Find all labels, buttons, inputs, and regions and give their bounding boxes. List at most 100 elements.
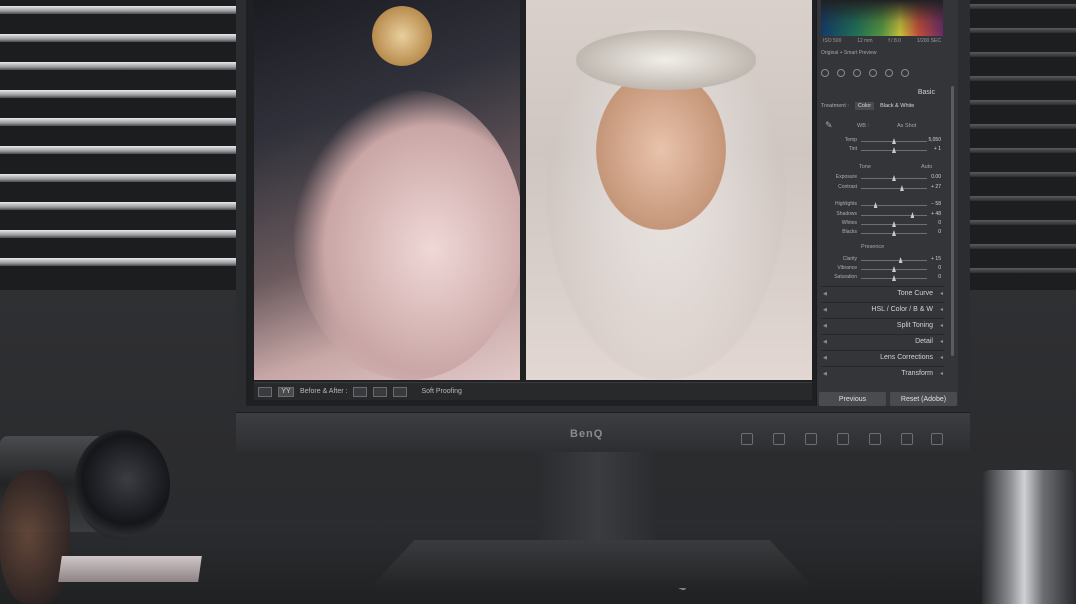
graduated-filter-icon[interactable] [869,69,877,77]
window-blinds-left [0,0,240,290]
hsl-panel-header[interactable]: ◀ HSL / Color / B & W ◂ [821,302,945,316]
slider-row[interactable]: Shadows + 48 [821,211,943,220]
copy-after-button[interactable] [373,386,388,397]
slider-row[interactable]: Saturation 0 [821,274,943,283]
slider-label: Clarity [842,256,857,262]
slider-value[interactable]: + 48 [931,211,941,217]
soft-proofing-checkbox[interactable]: Soft Proofing [421,388,461,395]
slider-label: Contrast [838,184,857,190]
slider-track[interactable] [861,205,927,206]
crop-tool-icon[interactable] [821,69,829,77]
metal-cup-prop [982,470,1076,604]
slider-row[interactable]: Whites 0 [821,220,943,229]
monitor-screen: YY Before & After : Soft Proofing ISO 50… [246,0,958,406]
tone-auto-button[interactable]: Auto [921,164,932,170]
after-photo[interactable] [526,0,812,380]
before-after-label: Before & After : [300,388,348,395]
slider-value[interactable]: 0 [938,229,941,235]
expand-arrow-icon: ◀ [823,370,827,377]
loupe-view-button[interactable] [258,386,272,397]
view-toolbar: YY Before & After : Soft Proofing [254,382,812,400]
model-hair [372,6,432,66]
slider-value[interactable]: + 27 [931,184,941,190]
monitor-stand-base [370,540,814,588]
wb-label: WB : [857,123,869,129]
osd-button-3[interactable] [805,433,817,445]
panel-toggle-icon: ◂ [939,339,943,345]
tone-curve-panel-header[interactable]: ◀ Tone Curve ◂ [821,286,945,300]
develop-panel: ISO 500 12 mm f / 8.0 1/200 SEC Original… [816,0,958,406]
reset-button[interactable]: Reset (Adobe) [890,392,957,406]
adjustment-brush-icon[interactable] [901,69,909,77]
slider-row[interactable]: Contrast + 27 [821,184,943,193]
slider-value[interactable]: 0.00 [931,174,941,180]
slider-row[interactable]: Tint + 1 [821,146,943,155]
spot-removal-tool-icon[interactable] [837,69,845,77]
slider-value[interactable]: 0 [938,220,941,226]
blind-slat [0,6,240,14]
panel-scrollbar[interactable] [951,86,954,356]
osd-button-6[interactable] [901,433,913,445]
blind-slat [968,172,1076,177]
blind-slat [968,220,1076,225]
osd-button-4[interactable] [837,433,849,445]
blind-slat [0,146,240,154]
panel-footer: Previous Reset (Adobe) [819,392,957,406]
slider-track[interactable] [861,215,927,216]
panel-toggle-icon: ◂ [939,371,943,377]
blind-slat [968,148,1076,153]
blind-slat [0,174,240,182]
split-toning-panel-header[interactable]: ◀ Split Toning ◂ [821,318,945,332]
flower-crown [576,30,756,90]
tone-label: Tone [859,164,871,170]
copy-before-button[interactable] [353,386,368,397]
swap-before-after-button[interactable] [393,386,408,397]
slider-track[interactable] [861,260,927,261]
blind-slat [968,76,1076,81]
before-photo[interactable] [254,0,520,380]
slider-row[interactable]: Temp 5,050 [821,137,943,146]
slider-value[interactable]: + 15 [931,256,941,262]
blind-slat [0,34,240,42]
previous-button[interactable]: Previous [819,392,886,406]
blind-slat [0,258,240,266]
slider-value[interactable]: 5,050 [928,137,941,143]
wb-picker-icon[interactable]: ✎ [825,120,833,131]
osd-button-1[interactable] [741,433,753,445]
slider-label: Highlights [835,201,857,207]
osd-button-5[interactable] [869,433,881,445]
treatment-color-option[interactable]: Color [854,102,875,110]
slider-track[interactable] [861,188,927,189]
slider-value[interactable]: − 58 [931,201,941,207]
treatment-bw-option[interactable]: Black & White [880,103,914,109]
model-dress [294,90,520,380]
slider-value[interactable]: 0 [938,265,941,271]
osd-power-button[interactable] [931,433,943,445]
lens-front-element [74,430,170,540]
slider-row[interactable]: Blacks 0 [821,229,943,238]
before-after-mode-button[interactable]: YY [278,386,294,397]
lens-corrections-panel-header[interactable]: ◀ Lens Corrections ◂ [821,350,945,364]
detail-panel-header[interactable]: ◀ Detail ◂ [821,334,945,348]
slider-value[interactable]: 0 [938,274,941,280]
slider-row[interactable]: Exposure 0.00 [821,174,943,183]
transform-panel-header[interactable]: ◀ Transform ◂ [821,366,945,380]
slider-row[interactable]: Vibrance 0 [821,265,943,274]
blind-slat [0,62,240,70]
slider-value[interactable]: + 1 [934,146,941,152]
basic-panel-header[interactable]: Basic [821,86,943,98]
slider-row[interactable]: Clarity + 15 [821,256,943,265]
wb-preset-select[interactable]: As Shot [897,123,916,129]
blind-slat [0,202,240,210]
slider-label: Vibrance [837,265,857,271]
treatment-row: Treatment : Color Black & White [821,102,915,110]
panel-toggle-icon: ◂ [939,355,943,361]
expand-arrow-icon: ◀ [823,306,827,313]
blind-slat [968,4,1076,9]
slider-row[interactable]: Highlights − 58 [821,201,943,210]
red-eye-tool-icon[interactable] [853,69,861,77]
osd-button-2[interactable] [773,433,785,445]
blind-slat [0,230,240,238]
radial-filter-icon[interactable] [885,69,893,77]
blind-slat [968,268,1076,273]
